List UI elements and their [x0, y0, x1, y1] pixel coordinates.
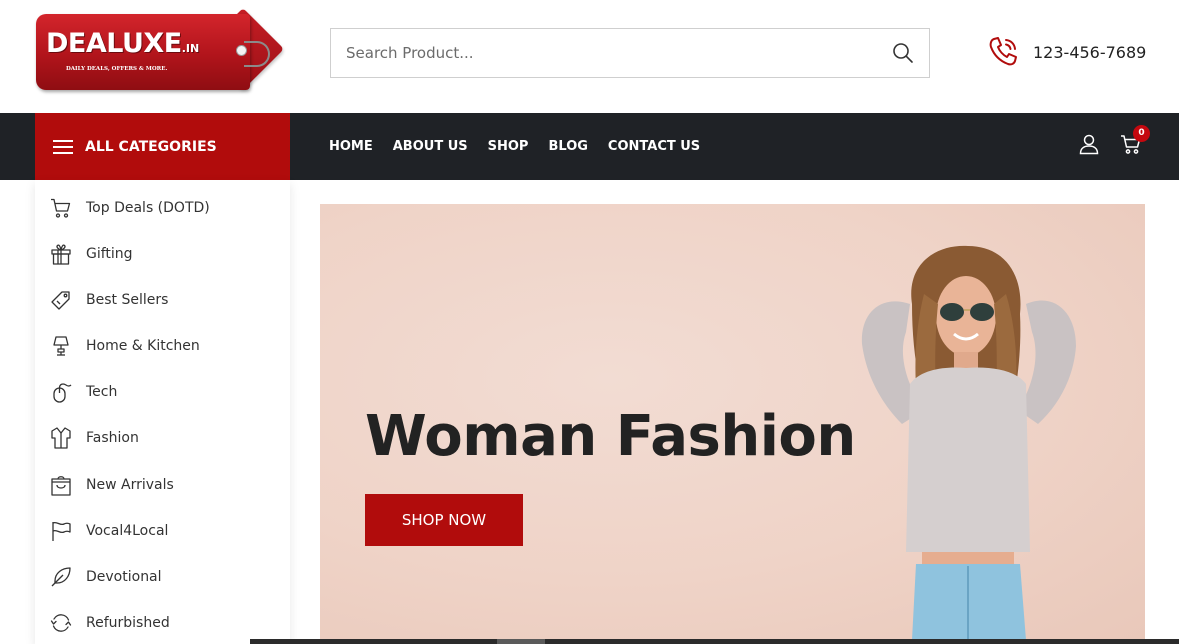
all-categories-button[interactable]: ALL CATEGORIES	[35, 113, 290, 180]
logo-wordmark: DEALUXE	[46, 28, 182, 59]
category-label: Top Deals (DOTD)	[86, 200, 210, 216]
main-navbar: ALL CATEGORIES HOME ABOUT US SHOP BLOG C…	[0, 113, 1179, 180]
tag-icon	[51, 291, 70, 310]
nav-link-shop[interactable]: SHOP	[488, 139, 529, 154]
category-label: Devotional	[86, 569, 162, 585]
shirt-icon	[51, 427, 71, 449]
flag-icon	[52, 521, 71, 541]
top-header: DEALUXE.IN DAILY DEALS, OFFERS & MORE. 1…	[0, 0, 1179, 113]
shop-now-button[interactable]: SHOP NOW	[365, 494, 523, 546]
all-categories-label: ALL CATEGORIES	[85, 138, 217, 155]
gift-icon	[51, 244, 71, 265]
logo-tagline: DAILY DEALS, OFFERS & MORE.	[66, 66, 168, 72]
category-label: Fashion	[86, 430, 139, 446]
logo-extension: .IN	[181, 42, 200, 55]
phone-number: 123-456-7689	[1033, 42, 1147, 62]
category-label: Best Sellers	[86, 292, 169, 308]
site-logo[interactable]: DEALUXE.IN DAILY DEALS, OFFERS & MORE.	[36, 7, 285, 92]
search-icon[interactable]	[891, 41, 915, 65]
search-input[interactable]	[331, 29, 871, 77]
refresh-icon	[50, 614, 72, 632]
hero-title: Woman Fashion	[365, 404, 856, 469]
logo-text: DEALUXE.IN	[46, 28, 199, 59]
phone-icon	[989, 37, 1017, 66]
bottom-slider-track	[250, 639, 1179, 644]
nav-link-contact-us[interactable]: CONTACT US	[608, 139, 700, 154]
category-item-devotional[interactable]: Devotional	[35, 557, 290, 597]
logo-tag-hole	[236, 45, 247, 56]
category-item-best-sellers[interactable]: Best Sellers	[35, 280, 290, 320]
category-label: Refurbished	[86, 615, 170, 631]
hero-banner: Woman Fashion SHOP NOW	[320, 204, 1145, 640]
nav-link-home[interactable]: HOME	[329, 139, 373, 154]
category-label: Home & Kitchen	[86, 338, 200, 354]
category-item-top-deals[interactable]: Top Deals (DOTD)	[35, 188, 290, 228]
category-label: Tech	[86, 384, 118, 400]
category-item-home-kitchen[interactable]: Home & Kitchen	[35, 326, 290, 366]
lamp-icon	[53, 336, 69, 356]
category-sidebar: Top Deals (DOTD) Gifting Best Sellers Ho…	[35, 180, 290, 644]
category-item-vocal4local[interactable]: Vocal4Local	[35, 511, 290, 551]
hamburger-menu-icon	[53, 139, 73, 154]
mouse-icon	[53, 383, 72, 403]
phone-contact[interactable]: 123-456-7689	[986, 34, 1146, 70]
category-label: Vocal4Local	[86, 523, 169, 539]
category-item-gifting[interactable]: Gifting	[35, 234, 290, 274]
nav-link-about-us[interactable]: ABOUT US	[393, 139, 468, 154]
cart-button[interactable]: 0	[1119, 125, 1150, 156]
nav-link-blog[interactable]: BLOG	[548, 139, 587, 154]
bottom-slider-indicator[interactable]	[497, 639, 545, 644]
nav-menu: HOME ABOUT US SHOP BLOG CONTACT US	[329, 113, 700, 180]
category-item-new-arrivals[interactable]: New Arrivals	[35, 465, 290, 505]
category-item-fashion[interactable]: Fashion	[35, 418, 290, 458]
cart-icon	[51, 198, 71, 218]
fashion-model-image	[861, 245, 1076, 640]
shopping-bag-icon	[51, 476, 71, 496]
cart-count-badge: 0	[1133, 125, 1150, 142]
category-item-refurbished[interactable]: Refurbished	[35, 603, 290, 643]
category-label: New Arrivals	[86, 477, 174, 493]
feather-icon	[51, 567, 71, 587]
category-item-tech[interactable]: Tech	[35, 372, 290, 412]
nav-icons: 0	[1077, 125, 1150, 156]
category-label: Gifting	[86, 246, 133, 262]
user-account-icon[interactable]	[1077, 132, 1101, 156]
search-bar	[330, 28, 930, 78]
logo-tag-string	[244, 41, 270, 67]
